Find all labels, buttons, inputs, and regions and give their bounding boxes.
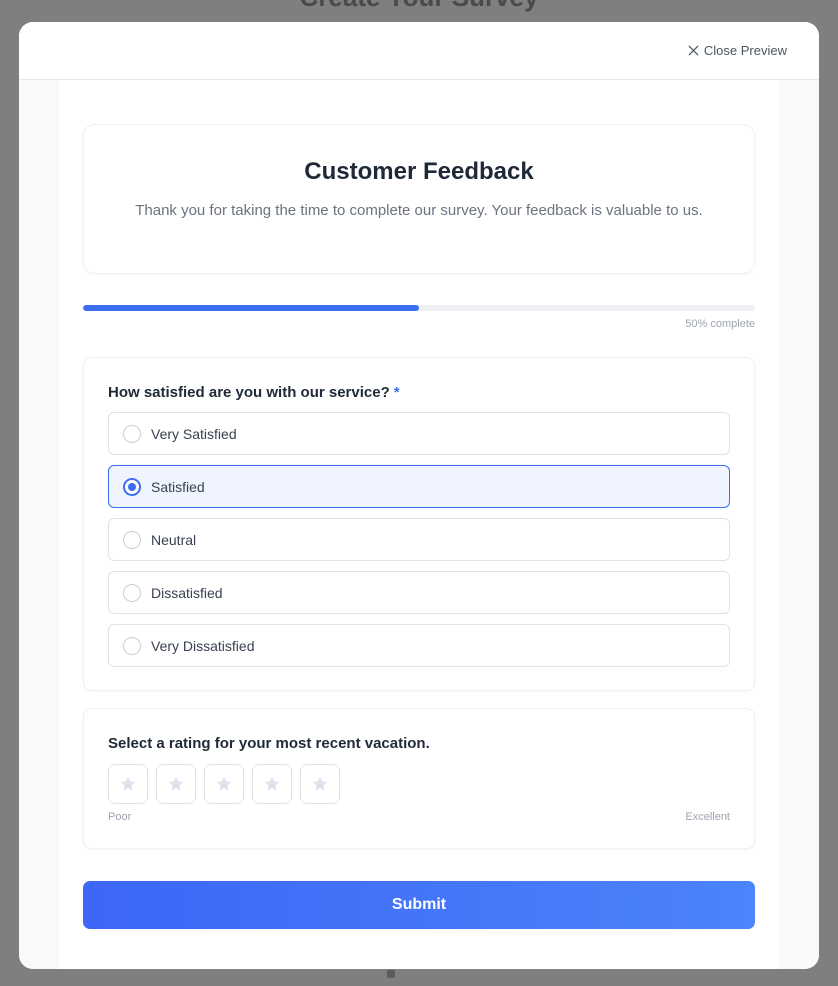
rating-high-label: Excellent — [685, 811, 730, 823]
star-icon — [168, 776, 184, 791]
survey-title: Customer Feedback — [304, 158, 534, 185]
close-preview-label: Close Preview — [703, 43, 787, 58]
backdrop-element — [387, 970, 395, 978]
radio-button[interactable] — [123, 530, 141, 549]
star-icon — [216, 776, 232, 791]
radio-button[interactable] — [123, 583, 141, 602]
star-icon — [264, 776, 280, 791]
star-rating — [108, 764, 340, 804]
radio-button[interactable] — [123, 636, 141, 655]
radio-option-label: Very Satisfied — [151, 425, 237, 442]
modal-header: Close Preview — [19, 22, 819, 80]
progress-label: 50% complete — [685, 318, 755, 330]
star-icon — [312, 776, 328, 791]
progress-bar — [83, 305, 755, 311]
survey-description: Thank you for taking the time to complet… — [135, 202, 703, 219]
survey-header-card: Customer Feedback Thank you for taking t… — [83, 124, 755, 274]
radio-option[interactable]: Very Satisfied — [108, 412, 730, 455]
survey-content: Customer Feedback Thank you for taking t… — [59, 80, 779, 969]
star-button[interactable] — [252, 764, 292, 804]
radio-group: Very Satisfied Satisfied Neutral Dissati… — [108, 412, 730, 677]
star-icon — [120, 776, 136, 791]
close-icon — [688, 45, 699, 56]
progress-bar-fill — [83, 305, 419, 311]
preview-modal: Close Preview Customer Feedback Thank yo… — [19, 22, 819, 969]
modal-body[interactable]: Customer Feedback Thank you for taking t… — [19, 80, 819, 969]
radio-button[interactable] — [123, 477, 141, 496]
question-card-rating: Select a rating for your most recent vac… — [83, 708, 755, 849]
radio-option-label: Neutral — [151, 531, 197, 548]
radio-option-label: Dissatisfied — [151, 584, 223, 601]
submit-button[interactable]: Submit — [83, 881, 755, 929]
question-label: How satisfied are you with our service? * — [108, 384, 400, 401]
star-button[interactable] — [156, 764, 196, 804]
radio-option-label: Very Dissatisfied — [151, 637, 255, 654]
backdrop-page-title: Create Your Survey — [0, 0, 838, 13]
radio-option-label: Satisfied — [151, 478, 205, 495]
question-text: How satisfied are you with our service? — [108, 384, 390, 401]
radio-button[interactable] — [123, 424, 141, 443]
radio-option[interactable]: Very Dissatisfied — [108, 624, 730, 667]
question-card-satisfaction: How satisfied are you with our service? *… — [83, 357, 755, 691]
star-button[interactable] — [108, 764, 148, 804]
rating-low-label: Poor — [108, 811, 132, 823]
star-button[interactable] — [300, 764, 340, 804]
radio-option[interactable]: Satisfied — [108, 465, 730, 508]
radio-option[interactable]: Neutral — [108, 518, 730, 561]
close-preview-button[interactable]: Close Preview — [688, 43, 787, 58]
required-indicator: * — [393, 384, 400, 401]
radio-option[interactable]: Dissatisfied — [108, 571, 730, 614]
star-button[interactable] — [204, 764, 244, 804]
question-label: Select a rating for your most recent vac… — [108, 735, 430, 752]
